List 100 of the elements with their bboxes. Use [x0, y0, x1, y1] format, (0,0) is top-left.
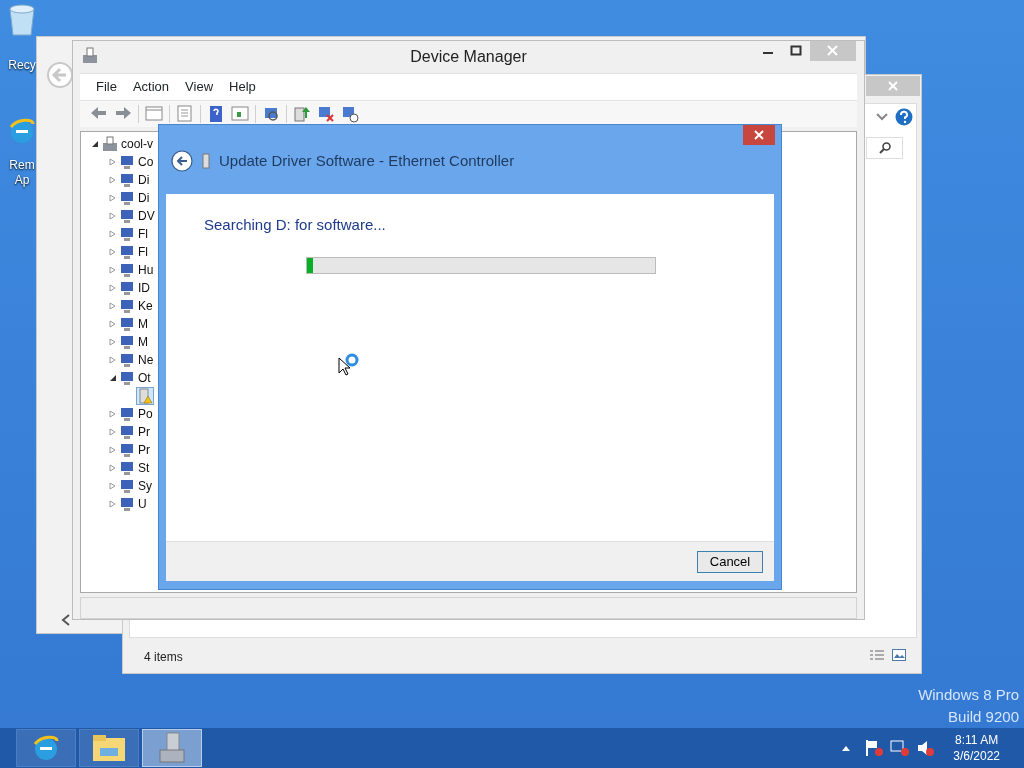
menu-item[interactable]: Help	[221, 76, 264, 98]
tree-item[interactable]: Fl	[138, 224, 148, 243]
expand-arrow-icon[interactable]	[108, 319, 116, 328]
update-driver-icon[interactable]	[293, 104, 311, 123]
expand-arrow-icon[interactable]	[108, 463, 116, 472]
tree-item[interactable]: St	[138, 458, 150, 477]
device-icon	[119, 477, 135, 494]
device-icon	[119, 459, 135, 476]
expand-arrow-icon[interactable]	[108, 337, 116, 346]
mouse-cursor-icon	[338, 357, 350, 376]
icon-label[interactable]: Recy	[8, 58, 36, 73]
tree-item[interactable]: Ne	[138, 350, 154, 369]
folder-icon	[92, 734, 126, 762]
device-icon	[119, 207, 135, 224]
version-text: Windows 8 Pro	[918, 685, 1019, 705]
tree-item[interactable]: Di	[138, 170, 150, 189]
device-icon	[119, 369, 135, 386]
tree-item[interactable]: M	[138, 332, 148, 351]
expand-arrow-icon[interactable]	[108, 211, 116, 220]
menu-item[interactable]: File	[88, 76, 125, 98]
device-icon	[119, 261, 135, 278]
expand-arrow-icon[interactable]	[108, 247, 116, 256]
taskbar-button[interactable]	[79, 729, 139, 767]
device-icon	[119, 495, 135, 512]
tiles-view-icon[interactable]	[892, 649, 906, 661]
clock-time[interactable]: 8:11 AM	[953, 732, 1000, 748]
close-button[interactable]	[743, 125, 775, 145]
search-icon[interactable]	[878, 142, 891, 154]
tree-item[interactable]: Po	[138, 404, 153, 423]
taskbar-button[interactable]	[142, 729, 202, 767]
expand-arrow-icon[interactable]	[108, 499, 116, 508]
device-icon	[119, 351, 135, 368]
maximize-icon[interactable]	[790, 45, 802, 57]
uninstall-device-icon[interactable]	[317, 104, 335, 123]
properties-icon[interactable]	[176, 104, 194, 123]
device-icon	[119, 225, 135, 242]
tree-item[interactable]: cool-v	[121, 134, 153, 153]
expand-arrow-icon[interactable]	[108, 445, 116, 454]
expand-arrow-icon[interactable]	[108, 301, 116, 310]
tree-item[interactable]: DV	[138, 206, 155, 225]
details-view-icon[interactable]	[869, 649, 885, 661]
show-hidden-icons-icon[interactable]	[842, 745, 851, 751]
taskbar-button[interactable]	[16, 729, 76, 767]
device-icon	[119, 189, 135, 206]
tree-item[interactable]: Hu	[138, 260, 154, 279]
clock-date[interactable]: 3/6/2022	[953, 748, 1000, 764]
tree-item[interactable]: Pr	[138, 422, 150, 441]
browser-icon	[9, 118, 35, 144]
collapse-arrow-icon[interactable]	[90, 139, 98, 148]
tree-item[interactable]: Di	[138, 188, 150, 207]
tree-item[interactable]: Ke	[138, 296, 153, 315]
status-text: 4 items	[144, 649, 183, 666]
device-icon	[119, 243, 135, 260]
busy-icon	[345, 353, 359, 367]
device-icon	[119, 171, 135, 188]
dialog-title: Update Driver Software - Ethernet Controller	[219, 150, 515, 171]
tree-item[interactable]: M	[138, 314, 148, 333]
expand-arrow-icon[interactable]	[108, 229, 116, 238]
network-icon	[889, 739, 912, 757]
expand-arrow-icon[interactable]	[108, 265, 116, 274]
tree-item[interactable]: U	[138, 494, 147, 513]
status-heading: Searching D: for software...	[204, 215, 387, 235]
tree-item[interactable]: ID	[138, 278, 150, 297]
tree-item[interactable]: Sy	[138, 476, 152, 495]
printer-device-icon	[81, 47, 99, 65]
expand-arrow-icon[interactable]	[108, 481, 116, 490]
scroll-left-icon[interactable]	[61, 614, 71, 626]
search-button[interactable]	[866, 137, 903, 159]
speaker-icon	[916, 739, 937, 757]
tree-item[interactable]: Ot	[138, 368, 151, 387]
expand-arrow-icon[interactable]	[108, 193, 116, 202]
collapse-arrow-icon[interactable]	[108, 373, 116, 382]
expand-arrow-icon[interactable]	[108, 355, 116, 364]
tree-item[interactable]: Pr	[138, 440, 150, 459]
device-icon	[119, 423, 135, 440]
cancel-button[interactable]: Cancel	[697, 550, 763, 573]
device-icon	[119, 405, 135, 422]
device-icon	[119, 297, 135, 314]
device-icon	[119, 153, 135, 170]
icon-label[interactable]: Ap	[14, 173, 30, 188]
expand-arrow-icon[interactable]	[108, 409, 116, 418]
expand-arrow-icon[interactable]	[108, 175, 116, 184]
close-icon[interactable]	[754, 130, 764, 140]
tree-item[interactable]: Co	[138, 152, 154, 171]
help-icon[interactable]	[207, 104, 225, 123]
chevron-down-icon[interactable]	[876, 113, 888, 121]
action-pane-icon[interactable]	[231, 104, 249, 123]
recycle-bin-icon	[9, 4, 35, 36]
help-icon[interactable]	[895, 108, 913, 126]
disable-device-icon[interactable]	[341, 104, 359, 123]
menu-item[interactable]: View	[177, 76, 222, 98]
icon-label[interactable]: Rem	[9, 158, 35, 173]
expand-arrow-icon[interactable]	[108, 283, 116, 292]
version-text: Build 9200	[947, 707, 1019, 727]
console-pane-icon[interactable]	[145, 104, 163, 123]
printer-device-icon	[101, 135, 119, 152]
expand-arrow-icon[interactable]	[108, 157, 116, 166]
menu-item[interactable]: Action	[124, 76, 178, 98]
expand-arrow-icon[interactable]	[108, 427, 116, 436]
tree-item[interactable]: Fl	[138, 242, 148, 261]
